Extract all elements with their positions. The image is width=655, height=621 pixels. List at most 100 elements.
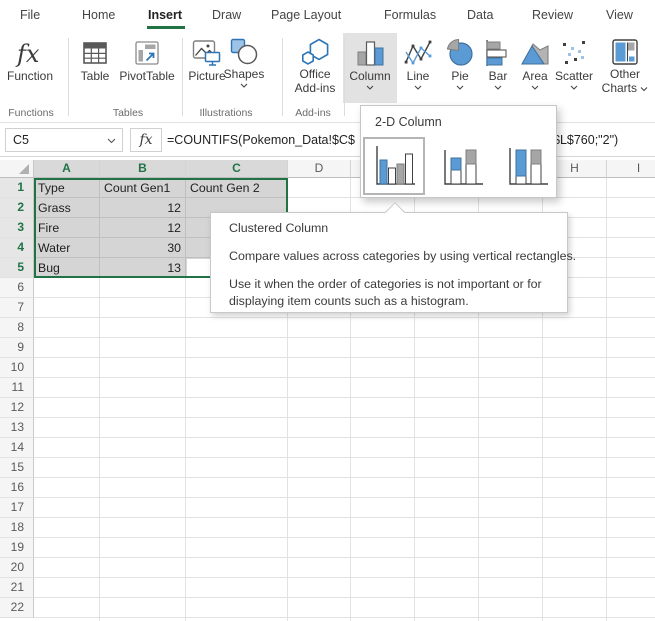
chevron-down-icon[interactable] [366, 85, 374, 90]
row-header-7[interactable]: 7 [0, 298, 34, 318]
row-header-13[interactable]: 13 [0, 418, 34, 438]
menu-tab-data[interactable]: Data [467, 0, 493, 30]
formula-input[interactable]: =COUNTIFS(Pokemon_Data!$C$ [167, 128, 355, 152]
cell-A1[interactable]: Type [38, 178, 95, 198]
function-label: Function [7, 69, 53, 83]
row-header-10[interactable]: 10 [0, 358, 34, 378]
svg-text:fx: fx [15, 40, 40, 68]
grid-hline [34, 617, 655, 618]
select-all-button[interactable] [0, 160, 34, 178]
scatter-chart-button[interactable]: Scatter [552, 33, 596, 103]
row-header-17[interactable]: 17 [0, 498, 34, 518]
grid-hline [34, 377, 655, 378]
cell-C1[interactable]: Count Gen 2 [190, 178, 283, 198]
area-chart-button[interactable]: Area [516, 33, 554, 103]
tooltip-title: Clustered Column [229, 221, 557, 235]
row-header-14[interactable]: 14 [0, 438, 34, 458]
row-header-8[interactable]: 8 [0, 318, 34, 338]
other-charts-label-line1: Other [610, 67, 640, 81]
selection-gridline [185, 178, 186, 278]
row-header-15[interactable]: 15 [0, 458, 34, 478]
line-chart-button[interactable]: Line [399, 33, 437, 103]
menu-tab-draw[interactable]: Draw [212, 0, 241, 30]
bar-chart-icon [483, 37, 513, 69]
row-header-5[interactable]: 5 [0, 258, 34, 278]
column-chart-icon [355, 37, 385, 69]
row-header-1[interactable]: 1 [0, 178, 34, 198]
cell-A3[interactable]: Fire [38, 218, 95, 238]
cell-A4[interactable]: Water [38, 238, 95, 258]
row-header-18[interactable]: 18 [0, 518, 34, 538]
chevron-down-icon[interactable] [456, 85, 464, 90]
other-charts-button[interactable]: Other Charts [598, 33, 652, 103]
menu-tab-file[interactable]: File [20, 0, 40, 30]
gallery-item-100-stacked-column[interactable] [496, 137, 558, 195]
chevron-down-icon[interactable] [531, 85, 539, 90]
row-header-11[interactable]: 11 [0, 378, 34, 398]
grid-hline [34, 517, 655, 518]
grid-vline [606, 178, 607, 621]
cell-B4[interactable]: 30 [104, 238, 181, 258]
row-header-20[interactable]: 20 [0, 558, 34, 578]
bar-chart-button[interactable]: Bar [481, 33, 515, 103]
bar-chart-label: Bar [489, 69, 508, 83]
row-header-9[interactable]: 9 [0, 338, 34, 358]
cell-B5[interactable]: 13 [104, 258, 181, 278]
chevron-down-icon[interactable] [494, 85, 502, 90]
row-header-22[interactable]: 22 [0, 598, 34, 618]
stacked-column-icon [439, 144, 485, 188]
grid-hline [34, 317, 655, 318]
menu-tab-formulas[interactable]: Formulas [384, 0, 436, 30]
grid-hline [34, 477, 655, 478]
row-header-3[interactable]: 3 [0, 218, 34, 238]
cell-B3[interactable]: 12 [104, 218, 181, 238]
name-box[interactable]: C5 [5, 128, 123, 152]
chevron-down-icon[interactable] [570, 85, 578, 90]
column-header-C[interactable]: C [186, 160, 288, 178]
other-charts-label-line2: Charts [602, 81, 649, 95]
row-header-2[interactable]: 2 [0, 198, 34, 218]
cell-A2[interactable]: Grass [38, 198, 95, 218]
office-addins-button[interactable]: Office Add-ins [290, 33, 340, 103]
table-button[interactable]: Table [74, 33, 116, 103]
column-chart-button[interactable]: Column [343, 33, 397, 103]
row-header-12[interactable]: 12 [0, 398, 34, 418]
chevron-down-icon[interactable] [414, 85, 422, 90]
area-chart-icon [520, 37, 550, 69]
grid-hline [34, 417, 655, 418]
column-header-A[interactable]: A [34, 160, 100, 178]
grid-hline [34, 577, 655, 578]
column-chart-label: Column [349, 69, 390, 83]
pie-chart-button[interactable]: Pie [443, 33, 477, 103]
cell-A5[interactable]: Bug [38, 258, 95, 278]
gallery-item-stacked-column[interactable] [431, 137, 493, 195]
insert-function-button[interactable]: fx [130, 128, 162, 152]
column-header-B[interactable]: B [100, 160, 186, 178]
pivottable-button[interactable]: PivotTable [116, 33, 178, 103]
excel-window: FileHomeInsertDrawPage LayoutFormulasDat… [0, 0, 655, 621]
chevron-down-icon[interactable] [240, 83, 248, 88]
menu-tab-home[interactable]: Home [82, 0, 115, 30]
cell-B1[interactable]: Count Gen1 [104, 178, 181, 198]
chevron-down-icon[interactable] [640, 87, 648, 92]
shapes-button[interactable]: Shapes [222, 33, 266, 103]
picture-button[interactable]: Picture [188, 33, 226, 103]
menu-tab-page-layout[interactable]: Page Layout [271, 0, 341, 30]
other-charts-icon [610, 37, 640, 67]
cell-B2[interactable]: 12 [104, 198, 181, 218]
row-header-4[interactable]: 4 [0, 238, 34, 258]
column-header-D[interactable]: D [288, 160, 351, 178]
row-header-21[interactable]: 21 [0, 578, 34, 598]
chevron-down-icon[interactable] [107, 138, 116, 144]
column-header-I[interactable]: I [607, 160, 655, 178]
row-header-19[interactable]: 19 [0, 538, 34, 558]
group-divider [282, 38, 283, 116]
menu-tab-view[interactable]: View [606, 0, 633, 30]
row-header-6[interactable]: 6 [0, 278, 34, 298]
dropdown-section-title: 2-D Column [375, 115, 442, 129]
gallery-item-clustered-column[interactable] [363, 137, 425, 195]
formula-input-tail[interactable]: $L$760;"2") [553, 128, 618, 152]
menu-tab-review[interactable]: Review [532, 0, 573, 30]
row-header-16[interactable]: 16 [0, 478, 34, 498]
function-button[interactable]: fx Function [2, 33, 58, 103]
